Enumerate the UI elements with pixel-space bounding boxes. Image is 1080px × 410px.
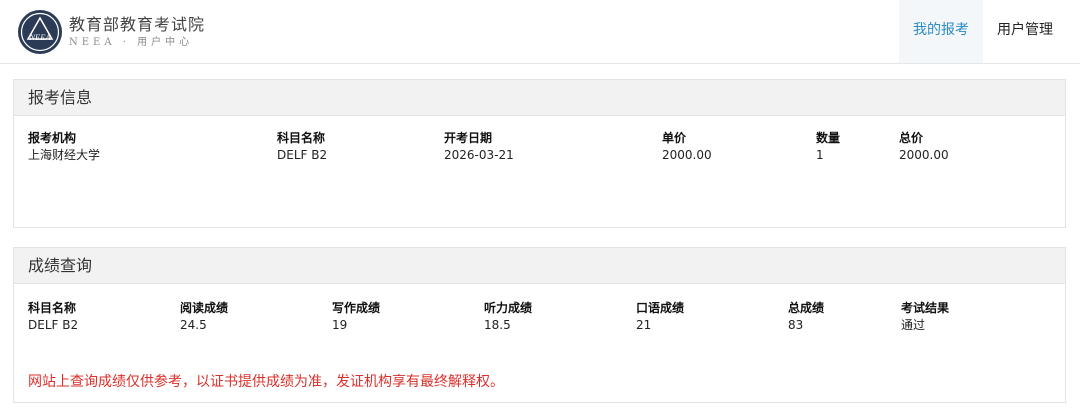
column-value: 19 — [332, 318, 348, 332]
scores-col-total: 总成绩 83 — [788, 300, 824, 333]
scores-col-result: 考试结果 通过 — [901, 300, 949, 333]
column-header: 科目名称 — [28, 301, 77, 315]
column-header: 报考机构 — [28, 131, 77, 145]
registration-col-subject: 科目名称 DELF B2 — [277, 130, 327, 163]
neea-logo[interactable]: NEEA 教育部教育考试院 NEEA · 用户中心 — [17, 9, 205, 55]
column-header: 数量 — [816, 131, 841, 145]
column-value: 18.5 — [484, 318, 511, 332]
column-header: 考试结果 — [901, 301, 950, 315]
neea-logo-icon: NEEA — [18, 9, 62, 54]
column-value: DELF B2 — [277, 148, 328, 162]
logo-mark-text: NEEA — [28, 32, 51, 42]
column-value: 2026-03-21 — [444, 148, 514, 162]
top-nav: 我的报考 用户管理 — [899, 0, 1067, 63]
column-header: 总价 — [899, 131, 924, 145]
column-header: 总成绩 — [788, 301, 825, 315]
column-header: 阅读成绩 — [180, 301, 229, 315]
registration-col-exam-date: 开考日期 2026-03-21 — [444, 130, 514, 163]
column-header: 写作成绩 — [332, 301, 381, 315]
registration-col-unit-price: 单价 2000.00 — [662, 130, 712, 163]
scores-col-writing: 写作成绩 19 — [332, 300, 380, 333]
site-title: 教育部教育考试院 — [69, 14, 206, 34]
scores-col-subject: 科目名称 DELF B2 — [28, 300, 78, 333]
column-value: 83 — [788, 318, 804, 332]
column-value: 通过 — [901, 318, 926, 332]
score-disclaimer-notice: 网站上查询成绩仅供参考，以证书提供成绩为准，发证机构享有最终解释权。 — [28, 374, 504, 390]
scores-col-listening: 听力成绩 18.5 — [484, 300, 532, 333]
column-header: 开考日期 — [444, 131, 493, 145]
scores-col-speaking: 口语成绩 21 — [636, 300, 684, 333]
column-value: DELF B2 — [28, 318, 79, 332]
registration-col-quantity: 数量 1 — [816, 130, 840, 163]
column-header: 科目名称 — [277, 131, 326, 145]
scores-panel: 成绩查询 科目名称 DELF B2 阅读成绩 24.5 写作成绩 19 听力成绩… — [13, 247, 1066, 403]
column-value: 24.5 — [180, 318, 207, 332]
registration-panel: 报考信息 报考机构 上海财经大学 科目名称 DELF B2 开考日期 2026-… — [13, 79, 1066, 228]
nav-user-management[interactable]: 用户管理 — [983, 0, 1067, 63]
top-header: NEEA 教育部教育考试院 NEEA · 用户中心 我的报考 用户管理 — [0, 0, 1080, 64]
column-value: 21 — [636, 318, 652, 332]
scores-panel-title: 成绩查询 — [14, 248, 1065, 284]
column-header: 单价 — [662, 131, 687, 145]
column-header: 听力成绩 — [484, 301, 533, 315]
registration-col-institution: 报考机构 上海财经大学 — [28, 130, 100, 163]
column-header: 口语成绩 — [636, 301, 685, 315]
registration-panel-title: 报考信息 — [14, 80, 1065, 116]
nav-my-registration[interactable]: 我的报考 — [899, 0, 983, 63]
registration-col-total-price: 总价 2000.00 — [899, 130, 949, 163]
scores-col-reading: 阅读成绩 24.5 — [180, 300, 228, 333]
column-value: 1 — [816, 148, 824, 162]
column-value: 2000.00 — [662, 148, 712, 162]
column-value: 上海财经大学 — [28, 148, 101, 162]
column-value: 2000.00 — [899, 148, 949, 162]
site-subtitle: NEEA · 用户中心 — [69, 36, 194, 48]
